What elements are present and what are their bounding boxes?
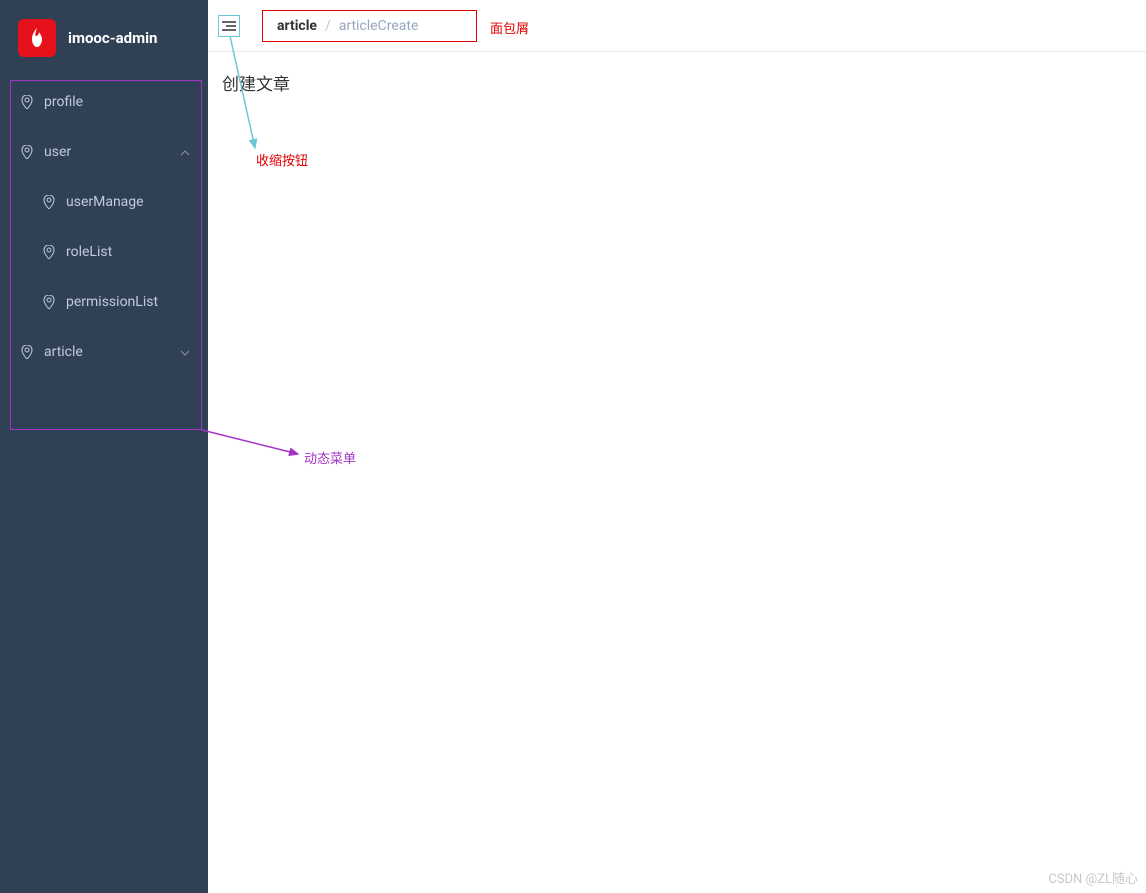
sidebar-item-usermanage[interactable]: userManage [0,177,208,227]
location-icon [20,95,34,109]
breadcrumb-separator: / [325,18,331,34]
hamburger-icon [222,20,236,32]
location-icon [20,145,34,159]
breadcrumb-root[interactable]: article [277,18,317,34]
collapse-button[interactable] [218,15,240,37]
sidebar-item-user[interactable]: user [0,127,208,177]
sidebar-item-label: article [44,344,180,360]
location-icon [42,295,56,309]
sidebar-item-label: profile [44,94,208,110]
sidebar-menu: profile user userManage roleList [0,75,208,377]
sidebar-item-label: roleList [66,244,208,260]
chevron-down-icon [180,345,190,359]
app-logo [18,19,56,57]
location-icon [42,245,56,259]
location-icon [20,345,34,359]
sidebar-item-permissionlist[interactable]: permissionList [0,277,208,327]
sidebar: imooc-admin profile user userManage [0,0,208,893]
main-content: 创建文章 [208,52,1146,893]
app-title: imooc-admin [68,29,157,47]
breadcrumb: article / articleCreate [262,10,477,42]
chevron-up-icon [180,145,190,159]
annotation-breadcrumb: 面包屑 [490,18,529,37]
logo-area: imooc-admin [0,0,208,75]
sidebar-item-profile[interactable]: profile [0,77,208,127]
annotation-collapse: 收缩按钮 [256,150,308,169]
sidebar-item-rolelist[interactable]: roleList [0,227,208,277]
header: article / articleCreate [208,0,1146,52]
flame-icon [27,27,47,49]
sidebar-item-article[interactable]: article [0,327,208,377]
page-title: 创建文章 [208,52,1146,95]
sidebar-item-label: userManage [66,194,208,210]
sidebar-item-label: user [44,144,180,160]
annotation-menu: 动态菜单 [304,448,356,467]
watermark: CSDN @ZL随心 [1048,868,1138,887]
breadcrumb-current: articleCreate [339,18,419,34]
location-icon [42,195,56,209]
sidebar-item-label: permissionList [66,294,208,310]
